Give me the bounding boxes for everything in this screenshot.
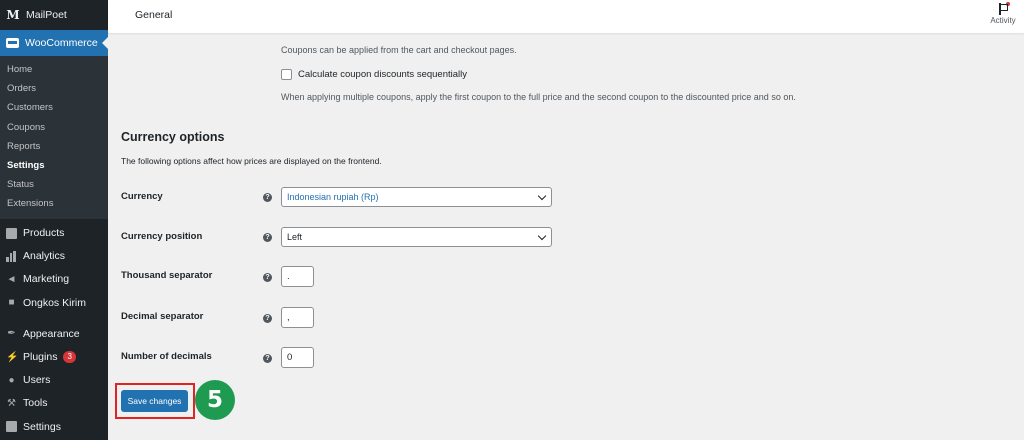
help-icon[interactable]: ? <box>263 233 272 242</box>
decimal-separator-label: Decimal separator <box>121 311 204 322</box>
help-icon[interactable]: ? <box>263 273 272 282</box>
currency-label: Currency <box>121 191 163 202</box>
woocommerce-submenu: Home Orders Customers Coupons Reports Se… <box>0 56 108 219</box>
currency-options-description: The following options affect how prices … <box>121 156 382 166</box>
woocommerce-icon <box>6 38 19 48</box>
save-changes-button[interactable]: Save changes <box>121 390 188 412</box>
currency-options-heading: Currency options <box>121 130 225 144</box>
number-of-decimals-input[interactable]: 0 <box>281 347 314 368</box>
admin-sidebar: M MailPoet WooCommerce Home Orders Custo… <box>0 0 108 440</box>
megaphone-icon: ◄ <box>6 273 17 285</box>
sidebar-item-label: Plugins <box>23 351 58 364</box>
paintbrush-icon: ✒ <box>7 328 16 340</box>
currency-select-value: Indonesian rupiah (Rp) <box>287 192 379 202</box>
settings-content: Coupons can be applied from the cart and… <box>108 33 1024 440</box>
submenu-item-home[interactable]: Home <box>0 60 108 79</box>
sidebar-item-label: Settings <box>23 420 61 433</box>
bar-chart-icon <box>6 250 17 262</box>
thousand-separator-label: Thousand separator <box>121 270 213 281</box>
sidebar-item-products[interactable]: Products <box>0 222 108 245</box>
submenu-item-customers[interactable]: Customers <box>0 98 108 117</box>
submenu-item-reports[interactable]: Reports <box>0 137 108 156</box>
submenu-item-extensions[interactable]: Extensions <box>0 194 108 213</box>
plug-icon: ⚡ <box>6 351 19 363</box>
archive-icon <box>6 227 17 239</box>
sequential-discounts-label: Calculate coupon discounts sequentially <box>298 69 467 80</box>
help-icon[interactable]: ? <box>263 193 272 202</box>
truck-icon: ■ <box>8 297 15 309</box>
settings-icon <box>6 421 17 433</box>
sidebar-item-marketing[interactable]: ◄ Marketing <box>0 268 108 291</box>
currency-position-select[interactable]: Left <box>281 227 552 247</box>
sidebar-item-plugins[interactable]: ⚡ Plugins 3 <box>0 345 108 368</box>
currency-position-value: Left <box>287 232 303 242</box>
page-title: General <box>135 9 173 21</box>
help-icon[interactable]: ? <box>263 354 272 363</box>
chevron-down-icon <box>537 231 547 241</box>
plugins-update-badge: 3 <box>63 351 76 364</box>
sidebar-item-mailpoet[interactable]: M MailPoet <box>0 0 108 30</box>
decimal-separator-input[interactable]: , <box>281 307 314 328</box>
sidebar-item-analytics[interactable]: Analytics <box>0 245 108 268</box>
submenu-item-orders[interactable]: Orders <box>0 79 108 98</box>
sidebar-item-settings[interactable]: Settings <box>0 415 108 438</box>
sidebar-item-label: Products <box>23 227 65 240</box>
woocommerce-header: General Activity <box>108 0 1024 33</box>
sidebar-item-label: Appearance <box>23 327 80 340</box>
submenu-item-coupons[interactable]: Coupons <box>0 118 108 137</box>
submenu-item-status[interactable]: Status <box>0 175 108 194</box>
sidebar-item-label: Tools <box>23 397 48 410</box>
flag-icon <box>998 2 1010 15</box>
sidebar-item-ongkos-kirim[interactable]: ■ Ongkos Kirim <box>0 291 108 314</box>
sidebar-item-users[interactable]: ● Users <box>0 369 108 392</box>
step-number-badge: 5 <box>195 380 235 420</box>
sidebar-item-label: MailPoet <box>26 9 67 21</box>
user-icon: ● <box>8 374 15 386</box>
sidebar-menu: Products Analytics ◄ Marketing ■ Ongkos … <box>0 219 108 439</box>
chevron-down-icon <box>537 191 547 201</box>
activity-button[interactable]: Activity <box>986 0 1020 33</box>
coupons-description: Coupons can be applied from the cart and… <box>281 45 517 55</box>
submenu-item-settings[interactable]: Settings <box>0 156 108 175</box>
currency-select[interactable]: Indonesian rupiah (Rp) <box>281 187 552 207</box>
wrench-icon: ⚒ <box>7 397 16 409</box>
sidebar-item-label: Marketing <box>23 273 70 286</box>
sidebar-item-label: WooCommerce <box>25 37 98 49</box>
number-of-decimals-label: Number of decimals <box>121 351 212 362</box>
activity-label: Activity <box>990 16 1016 25</box>
sequential-discounts-checkbox[interactable] <box>281 69 292 80</box>
sequential-discounts-description: When applying multiple coupons, apply th… <box>281 92 796 102</box>
help-icon[interactable]: ? <box>263 314 272 323</box>
sidebar-item-label: Analytics <box>23 250 66 263</box>
thousand-separator-input[interactable]: . <box>281 266 314 287</box>
currency-position-label: Currency position <box>121 231 203 242</box>
sidebar-item-label: Ongkos Kirim <box>23 296 87 309</box>
sidebar-item-tools[interactable]: ⚒ Tools <box>0 392 108 415</box>
mailpoet-logo-icon: M <box>6 8 20 22</box>
sidebar-item-woocommerce[interactable]: WooCommerce <box>0 30 108 56</box>
sequential-discounts-option: Calculate coupon discounts sequentially <box>281 69 467 80</box>
sidebar-item-label: Users <box>23 374 51 387</box>
sidebar-item-appearance[interactable]: ✒ Appearance <box>0 322 108 345</box>
